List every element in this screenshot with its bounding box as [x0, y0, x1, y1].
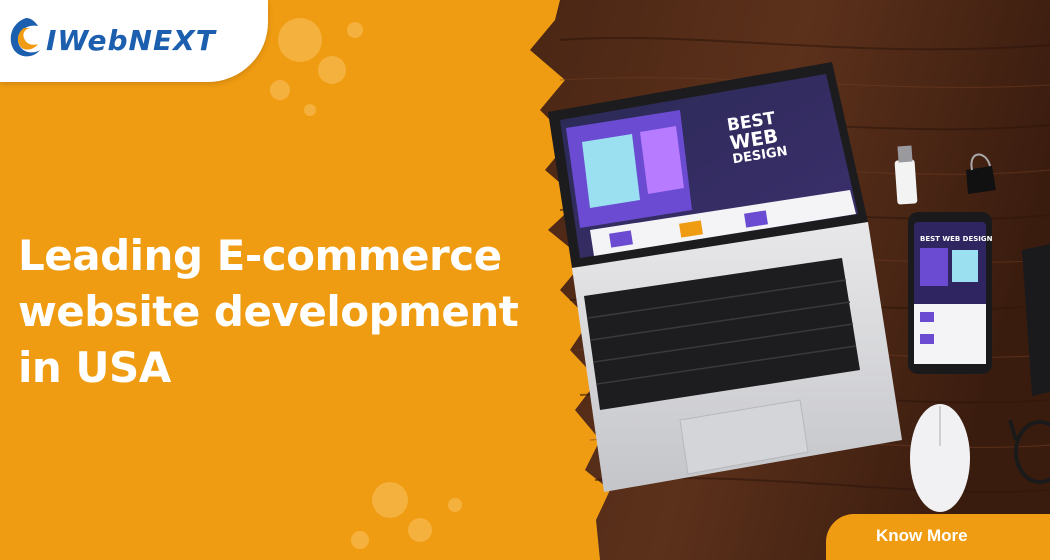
headline-line-3: in USA	[18, 343, 171, 392]
headline-line-1: Leading E-commerce	[18, 231, 502, 280]
laptop-screen-heading: BEST WEB DESIGN	[726, 108, 789, 167]
headline-line-2: website development	[18, 287, 519, 336]
know-more-button[interactable]: Know More	[826, 514, 1050, 560]
know-more-label: Know More	[876, 526, 968, 545]
hero-banner: BEST WEB DESIGN BEST WEB DESIGN IWebNEXT…	[0, 0, 1050, 560]
hero-headline: Leading E-commerce website development i…	[18, 228, 548, 396]
logo-wordmark: IWebNEXT	[46, 24, 216, 57]
mouse-illustration	[910, 404, 970, 512]
logo-card[interactable]: IWebNEXT	[0, 0, 268, 82]
iwebnext-logo-mark	[10, 18, 40, 57]
phone-screen-heading: BEST WEB DESIGN	[920, 235, 993, 243]
